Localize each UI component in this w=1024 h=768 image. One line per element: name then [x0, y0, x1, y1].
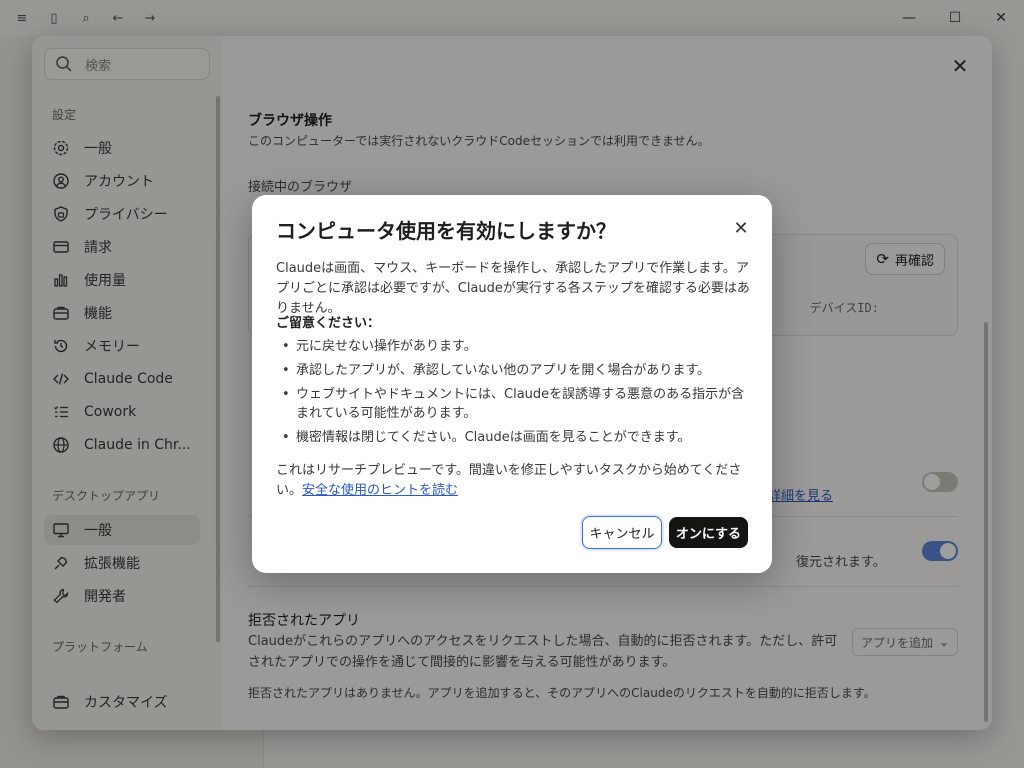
cancel-button[interactable]: キャンセル	[582, 516, 662, 549]
turn-on-button[interactable]: オンにする	[669, 517, 748, 548]
dialog-note-heading: ご留意ください：	[276, 316, 381, 331]
close-icon[interactable]: ✕	[730, 217, 752, 239]
computer-use-dialog: コンピュータ使用を有効にしますか？ ✕ Claudeは画面、マウス、キーボードを…	[252, 195, 772, 573]
dialog-intro: Claudeは画面、マウス、キーボードを操作し、承認したアプリで作業します。アプ…	[276, 261, 750, 316]
dialog-footer: これはリサーチプレビューです。間違いを修正しやすいタスクから始めてください。安全…	[276, 461, 752, 501]
safe-use-tips-link[interactable]: 安全な使用のヒントを読む	[302, 483, 458, 498]
list-item: ウェブサイトやドキュメントには、Claudeを誤誘導する悪意のある指示が含まれて…	[276, 385, 752, 423]
list-item: 元に戻せない操作があります。	[276, 337, 752, 356]
list-item: 機密情報は閉じてください。Claudeは画面を見ることができます。	[276, 428, 752, 447]
dialog-title: コンピュータ使用を有効にしますか？	[276, 219, 616, 243]
list-item: 承認したアプリが、承認していない他のアプリを開く場合があります。	[276, 361, 752, 380]
dialog-bullet-list: 元に戻せない操作があります。 承認したアプリが、承認していない他のアプリを開く場…	[276, 337, 752, 452]
